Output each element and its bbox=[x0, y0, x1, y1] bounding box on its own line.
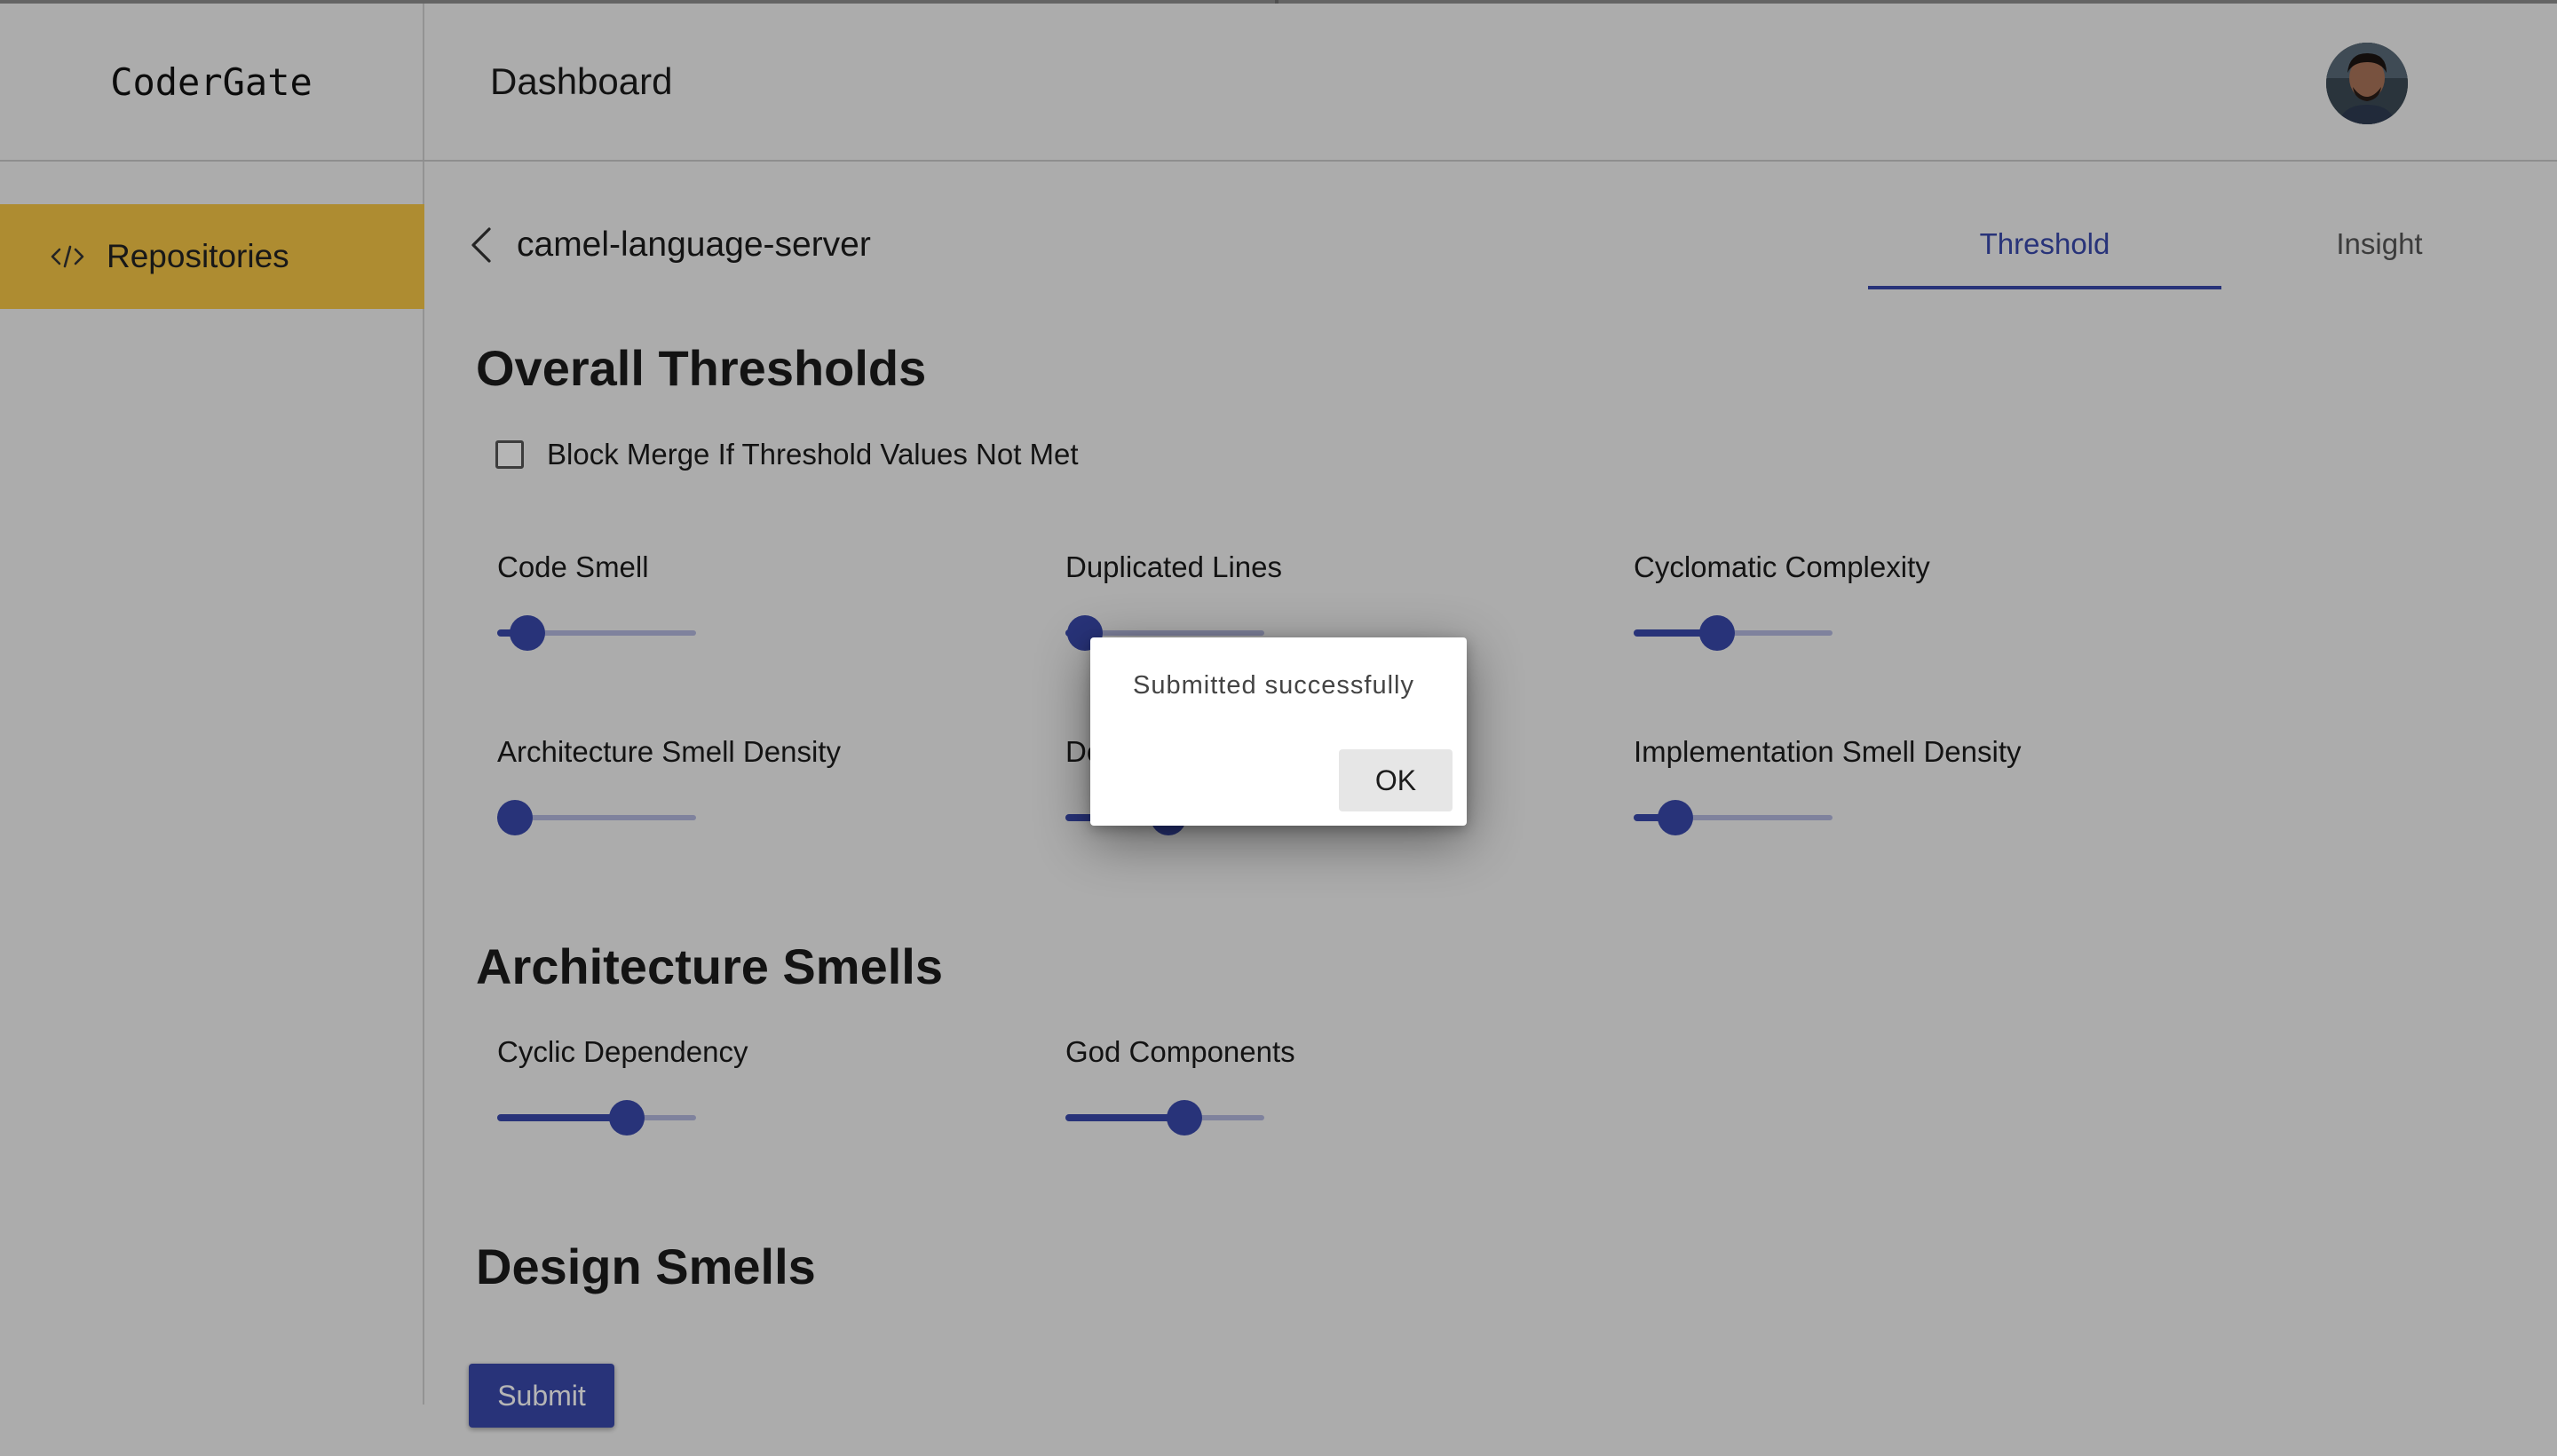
dialog-message: Submitted successfully bbox=[1133, 671, 1414, 700]
ok-button[interactable]: OK bbox=[1339, 749, 1453, 811]
success-dialog: Submitted successfully OK bbox=[1090, 637, 1467, 826]
